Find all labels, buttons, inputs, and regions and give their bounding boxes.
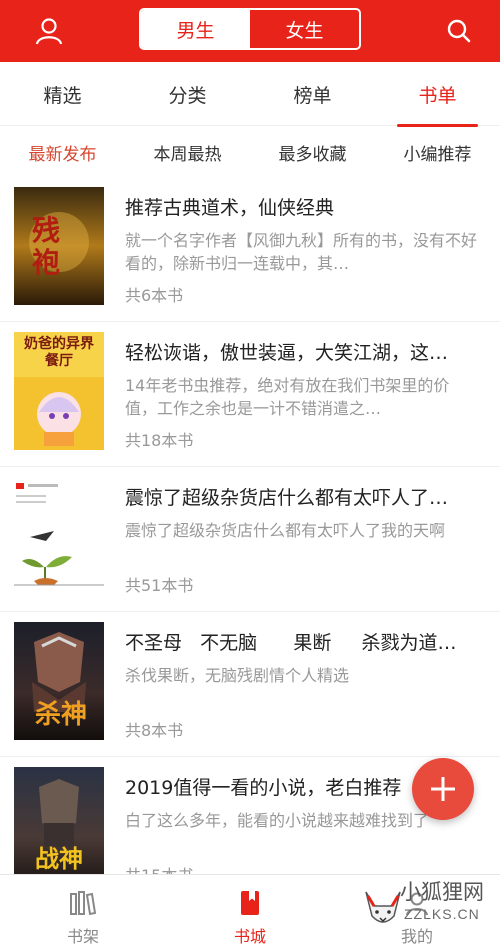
booklist-title: 不圣母 不无脑 果断 杀戮为道… bbox=[125, 632, 457, 654]
booklist-count: 共8本书 bbox=[125, 721, 184, 740]
booklist-title: 推荐古典道术，仙侠经典 bbox=[125, 197, 335, 219]
book-cover bbox=[14, 477, 104, 595]
subtab-most-favorited[interactable]: 最多收藏 bbox=[250, 127, 375, 177]
subtab-weekly-hot[interactable]: 本周最热 bbox=[125, 127, 250, 177]
cover-title: 战神 bbox=[35, 845, 83, 873]
cover-title: 奶爸的异界餐厅 bbox=[24, 336, 94, 369]
booklist-description: 杀伐果断，无脑残剧情个人精选 bbox=[125, 666, 350, 685]
list-item[interactable]: 残袍 推荐古典道术，仙侠经典 就一个名字作者【风御九秋】所有的书，没有不好看的，… bbox=[0, 177, 500, 322]
nav-label: 书城 bbox=[233, 927, 266, 946]
search-icon bbox=[447, 19, 471, 43]
booklist-description: 震惊了超级杂货店什么都有太吓人了我的天啊 bbox=[125, 521, 446, 540]
book-cover: 杀神 bbox=[14, 622, 104, 740]
tab-category[interactable]: 分类 bbox=[125, 62, 250, 126]
bookstore-icon bbox=[234, 889, 266, 917]
watermark-text: 小狐狸网 bbox=[400, 880, 484, 904]
top-bar: 男生 女生 bbox=[0, 0, 500, 62]
tab-featured[interactable]: 精选 bbox=[0, 62, 125, 126]
nav-label: 书架 bbox=[66, 927, 99, 946]
booklist-title: 轻松诙谐，傲世装逼，大笑江湖，这… bbox=[125, 342, 449, 364]
main-tabs: 精选 分类 榜单 书单 bbox=[0, 62, 500, 127]
subtab-latest[interactable]: 最新发布 bbox=[0, 127, 125, 177]
watermark-url: ZZLKS.CN bbox=[404, 906, 480, 922]
book-cover: 奶爸的异界餐厅 bbox=[14, 332, 104, 450]
book-cover: 战神 bbox=[14, 767, 104, 874]
segment-female[interactable]: 女生 bbox=[250, 10, 359, 48]
tab-booklists[interactable]: 书单 bbox=[375, 62, 500, 127]
booklist-count: 共15本书 bbox=[125, 862, 193, 874]
nav-bookstore[interactable]: 书城 bbox=[167, 875, 333, 950]
list-item[interactable]: 杀神 不圣母 不无脑 果断 杀戮为道… 杀伐果断，无脑残剧情个人精选 共8本书 bbox=[0, 612, 500, 757]
bookshelf-icon bbox=[67, 889, 99, 917]
gender-segment: 男生 女生 bbox=[139, 8, 361, 50]
search-button[interactable] bbox=[436, 8, 482, 54]
nav-bookshelf[interactable]: 书架 bbox=[0, 875, 166, 950]
user-icon bbox=[35, 18, 63, 45]
booklist-count: 共6本书 bbox=[125, 286, 184, 305]
site-watermark: 小狐狸网 ZZLKS.CN bbox=[360, 868, 500, 950]
booklist-count: 共18本书 bbox=[125, 431, 194, 450]
segment-male[interactable]: 男生 bbox=[141, 10, 250, 48]
user-button[interactable] bbox=[26, 8, 72, 54]
booklist-count: 共51本书 bbox=[125, 576, 194, 595]
subtab-editor-picks[interactable]: 小编推荐 bbox=[375, 127, 500, 177]
list-item[interactable]: 奶爸的异界餐厅 轻松诙谐，傲世装逼，大笑江湖，这… 14年老书虫推荐，绝对有放在… bbox=[0, 322, 500, 467]
cover-title: 杀神 bbox=[34, 700, 87, 730]
plus-icon bbox=[431, 777, 455, 801]
list-item[interactable]: 震惊了超级杂货店什么都有太吓人了… 震惊了超级杂货店什么都有太吓人了我的天啊 共… bbox=[0, 467, 500, 612]
booklist-title: 震惊了超级杂货店什么都有太吓人了… bbox=[125, 487, 449, 509]
booklist-description: 就一个名字作者【风御九秋】所有的书，没有不好看的，除新书归一连载中，其… bbox=[125, 231, 478, 273]
cover-title: 残袍 bbox=[32, 214, 61, 279]
create-booklist-button[interactable] bbox=[412, 758, 474, 820]
sort-tabs: 最新发布 本周最热 最多收藏 小编推荐 bbox=[0, 127, 500, 177]
book-cover: 残袍 bbox=[14, 187, 104, 305]
tab-rankings[interactable]: 榜单 bbox=[250, 62, 375, 126]
booklist-description: 14年老书虫推荐，绝对有放在我们书架里的价值，工作之余也是一计不错消遣之… bbox=[125, 376, 450, 418]
